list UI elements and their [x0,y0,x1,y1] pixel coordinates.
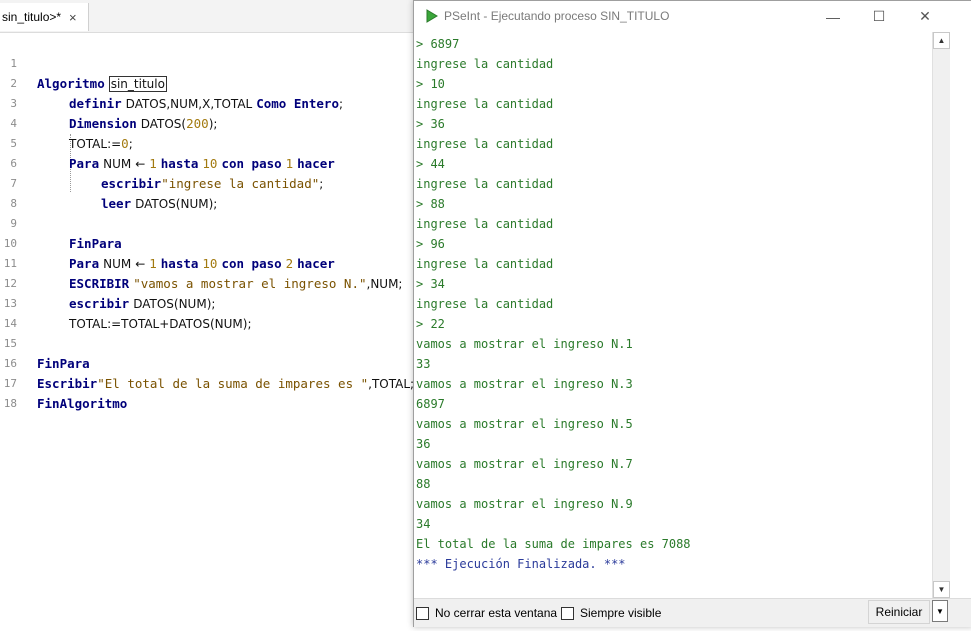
code-line: 17 FinAlgoritmo [0,354,414,411]
code-area[interactable]: 1 Algoritmo sin_titulo 2 definir DATOS,N… [0,34,414,411]
keyword: FinAlgoritmo [37,396,128,411]
code-line: 14 [0,294,414,330]
console-line: ingrese la cantidad [416,257,554,271]
console-line: vamos a mostrar el ingreso N.5 [416,417,633,431]
code-line: 5 Para NUM ← 1 hasta 10 con paso 1 hacer [0,114,414,171]
console-line: > 34 [416,277,445,291]
console-line: 36 [416,437,431,451]
console-line: ingrese la cantidad [416,97,554,111]
code-line: 12 escribir DATOS(NUM); [0,254,414,311]
reset-dropdown-icon[interactable]: ▼ [932,600,948,622]
always-visible-checkbox[interactable]: Siempre visible [561,606,661,620]
console-line: 33 [416,357,431,371]
console-line: 88 [416,477,431,491]
line-number: 18 [3,397,17,410]
console-line: > 96 [416,237,445,251]
console-line: vamos a mostrar el ingreso N.7 [416,457,633,471]
always-visible-label: Siempre visible [580,606,662,620]
console-line: *** Ejecución Finalizada. *** [416,557,626,571]
code-line: 9 FinPara [0,194,414,251]
code-line: 3 Dimension DATOS(200); [0,74,414,131]
console-line: ingrese la cantidad [416,297,554,311]
console-line: ingrese la cantidad [416,57,554,71]
window-titlebar[interactable]: PSeInt - Ejecutando proceso SIN_TITULO —… [414,1,971,32]
console-line: > 36 [416,117,445,131]
editor-tab-bar: sin_titulo>* × [0,0,420,33]
tab-sin-titulo[interactable]: sin_titulo>* × [0,3,89,31]
minimize-button[interactable]: — [810,1,856,32]
checkbox-box[interactable] [561,606,574,620]
code-line: 18 [0,374,414,410]
close-window-button[interactable]: ✕ [902,1,948,32]
console-line: ingrese la cantidad [416,137,554,151]
maximize-button[interactable]: ☐ [856,1,902,32]
code-line: 11 ESCRIBIR "vamos a mostrar el ingreso … [0,234,414,291]
code-line: 15 FinPara [0,314,414,371]
execution-window: PSeInt - Ejecutando proceso SIN_TITULO —… [413,0,971,627]
code-line: 13 TOTAL:=TOTAL+DATOS(NUM); [0,274,414,331]
console-line: vamos a mostrar el ingreso N.3 [416,377,633,391]
code-line: 8 [0,174,414,210]
console-line: vamos a mostrar el ingreso N.9 [416,497,633,511]
code-line: 10 Para NUM ← 1 hasta 10 con paso 2 hace… [0,214,414,271]
console-line: > 10 [416,77,445,91]
console-output[interactable]: > 6897 ingrese la cantidad > 10 ingrese la … [416,34,931,598]
close-icon[interactable]: × [69,10,77,25]
code-line: 2 definir DATOS,NUM,X,TOTAL Como Entero; [0,54,414,111]
console-line: ingrese la cantidad [416,177,554,191]
console-line: > 6897 [416,37,460,51]
keep-open-label: No cerrar esta ventana [435,606,558,620]
keep-open-checkbox[interactable]: No cerrar esta ventana [416,606,557,620]
pseint-app-icon [426,9,438,23]
console-line: 6897 [416,397,445,411]
code-line: 6 escribir"ingrese la cantidad"; [0,134,414,191]
console-line: > 88 [416,197,445,211]
window-title: PSeInt - Ejecutando proceso SIN_TITULO [444,9,670,23]
console-statusbar: No cerrar esta ventana Siempre visible R… [414,598,971,627]
console-line: > 44 [416,157,445,171]
vertical-scrollbar[interactable]: ▲ ▼ [932,32,950,598]
console-line: > 22 [416,317,445,331]
scroll-up-icon[interactable]: ▲ [933,32,950,49]
console-line: vamos a mostrar el ingreso N.1 [416,337,633,351]
reset-button[interactable]: Reiniciar [868,600,930,624]
code-line: 1 Algoritmo sin_titulo [0,34,414,92]
tab-label: sin_titulo>* [2,10,62,24]
checkbox-box[interactable] [416,606,429,620]
scroll-down-icon[interactable]: ▼ [933,581,950,598]
code-line: 4 TOTAL:=0; [0,94,414,151]
console-line: El total de la suma de impares es 7088 [416,537,691,551]
code-line: 16 Escribir"El total de la suma de impar… [0,334,414,391]
code-line: 7 leer DATOS(NUM); [0,154,414,211]
console-line: ingrese la cantidad [416,217,554,231]
console-line: 34 [416,517,431,531]
